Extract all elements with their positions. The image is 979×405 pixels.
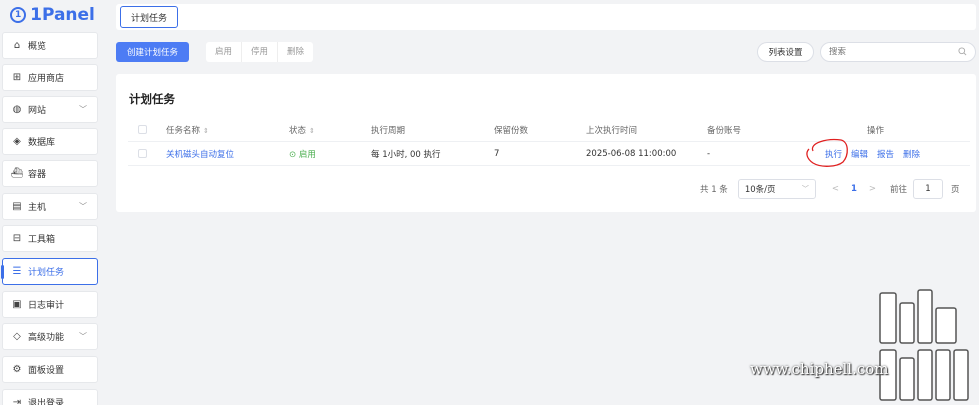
column-header-period: 执行周期 [371, 125, 406, 136]
task-name-link[interactable]: 关机磁头自动复位 [166, 148, 234, 160]
toolbox-icon: ⊟ [12, 233, 22, 244]
tab-cron[interactable]: 计划任务 [120, 6, 179, 28]
goto-page-input[interactable]: 1 [913, 179, 943, 199]
check-circle-icon: ⊙ [289, 149, 299, 160]
sidebar-item-label: 概览 [28, 42, 47, 52]
chevron-down-icon: ﹀ [79, 105, 87, 114]
enable-button[interactable]: 启用 [206, 42, 243, 62]
logo-text: 1Panel [30, 5, 95, 25]
sidebar-item-advanced[interactable]: ◇ 高级功能 ﹀ [2, 323, 98, 350]
logo-mark-icon: 1 [10, 7, 27, 23]
chevron-down-icon: ﹀ [801, 185, 809, 193]
sidebar-item-label: 容器 [28, 170, 47, 180]
gear-icon: ⚙ [12, 364, 22, 375]
logout-icon: ⇥ [12, 397, 22, 405]
home-icon: ⌂ [13, 40, 21, 51]
chevron-down-icon: ﹀ [79, 332, 87, 341]
retain-cell: 7 [494, 148, 500, 159]
tab-bar: 计划任务 [116, 4, 976, 30]
sidebar-item-label: 网站 [28, 106, 47, 116]
sidebar-item-logout[interactable]: ⇥ 退出登录 [2, 389, 98, 405]
status-label: 启用 [298, 149, 316, 160]
sidebar-item-label: 日志审计 [28, 301, 65, 311]
backup-cell: - [707, 148, 711, 159]
search-input[interactable] [829, 47, 954, 57]
diamond-icon: ◇ [13, 331, 21, 342]
annotation-circle [806, 138, 848, 167]
period-cell: 每 1小时, 00 执行 [371, 149, 441, 160]
sidebar-item-label: 面板设置 [28, 366, 65, 376]
report-button[interactable]: 报告 [877, 150, 894, 160]
sidebar-item-panel-settings[interactable]: ⚙ 面板设置 [2, 356, 98, 383]
sidebar: 1 1Panel ⌂ 概览 ⊞ 应用商店 ◍ 网站 ﹀ ◈ 数据库 ⛴ 容器 ▤… [0, 0, 105, 405]
prev-page-button[interactable]: < [832, 184, 839, 194]
sidebar-item-label: 计划任务 [28, 268, 65, 278]
watermark-text: www.chiphell.com [750, 360, 889, 378]
last-run-cell: 2025-06-08 11:00:00 [586, 148, 677, 159]
column-settings-button[interactable]: 列表设置 [757, 42, 814, 62]
search-box [820, 42, 976, 62]
sidebar-item-label: 数据库 [28, 138, 56, 148]
sidebar-item-host[interactable]: ▤ 主机 ﹀ [2, 193, 98, 220]
page-size-value: 10条/页 [744, 185, 776, 195]
next-page-button[interactable]: > [869, 184, 876, 194]
column-header-status[interactable]: 状态 ⇕ [289, 124, 315, 136]
page-suffix: 页 [951, 185, 960, 195]
column-header-backup: 备份账号 [707, 125, 742, 136]
chevron-down-icon: ﹀ [79, 202, 87, 211]
column-header-name-label: 任务名称 [166, 125, 201, 136]
column-header-status-label: 状态 [289, 125, 307, 136]
cron-icon: ☰ [12, 266, 22, 277]
current-page[interactable]: 1 [851, 184, 857, 194]
sidebar-item-website[interactable]: ◍ 网站 ﹀ [2, 96, 98, 123]
sidebar-item-toolbox[interactable]: ⊟ 工具箱 [2, 225, 98, 252]
sort-icon: ⇕ [203, 126, 209, 135]
globe-icon: ◍ [12, 104, 22, 115]
sidebar-item-container[interactable]: ⛴ 容器 [2, 160, 98, 187]
delete-button[interactable]: 删除 [278, 42, 313, 62]
column-header-ops: 操作 [867, 125, 885, 136]
container-icon: ⛴ [10, 168, 24, 179]
sidebar-item-appstore[interactable]: ⊞ 应用商店 [2, 64, 98, 91]
disable-button[interactable]: 停用 [242, 42, 279, 62]
host-icon: ▤ [12, 201, 22, 212]
sort-icon: ⇕ [309, 126, 315, 135]
sidebar-item-database[interactable]: ◈ 数据库 [2, 128, 98, 155]
sidebar-item-label: 工具箱 [28, 235, 56, 245]
sidebar-item-label: 退出登录 [28, 399, 65, 405]
row-checkbox[interactable] [138, 149, 147, 158]
column-header-name[interactable]: 任务名称 ⇕ [166, 124, 209, 136]
delete-row-button[interactable]: 删除 [903, 150, 920, 160]
create-cron-button[interactable]: 创建计划任务 [116, 42, 189, 62]
status-toggle[interactable]: ⊙ 启用 [289, 148, 316, 160]
sidebar-item-label: 主机 [28, 203, 47, 213]
sidebar-item-overview[interactable]: ⌂ 概览 [2, 32, 98, 59]
column-header-retain: 保留份数 [494, 125, 529, 136]
column-header-last-run: 上次执行时间 [586, 125, 638, 136]
logo[interactable]: 1 1Panel [0, 0, 105, 30]
total-count: 共 1 条 [700, 185, 728, 195]
chiphell-watermark: www.chiphell.com [750, 288, 979, 405]
card-title: 计划任务 [129, 92, 175, 106]
select-all-checkbox[interactable] [138, 125, 147, 134]
search-icon[interactable] [958, 47, 967, 59]
apps-icon: ⊞ [12, 72, 22, 83]
edit-button[interactable]: 编辑 [851, 150, 868, 160]
sidebar-item-label: 高级功能 [28, 333, 65, 343]
sidebar-item-label: 应用商店 [28, 74, 65, 84]
log-icon: ▣ [12, 299, 22, 310]
pagination: 共 1 条 10条/页 ﹀ < 1 > 前往 1 页 [700, 179, 960, 199]
batch-action-group: 启用 停用 删除 [206, 42, 314, 62]
sidebar-item-cron[interactable]: ☰ 计划任务 [1, 258, 98, 285]
page-size-select[interactable]: 10条/页 ﹀ [737, 179, 816, 199]
sidebar-item-log-audit[interactable]: ▣ 日志审计 [2, 291, 98, 318]
database-icon: ◈ [13, 136, 21, 147]
goto-label: 前往 [889, 185, 907, 195]
chiphell-logo-icon [879, 289, 969, 401]
